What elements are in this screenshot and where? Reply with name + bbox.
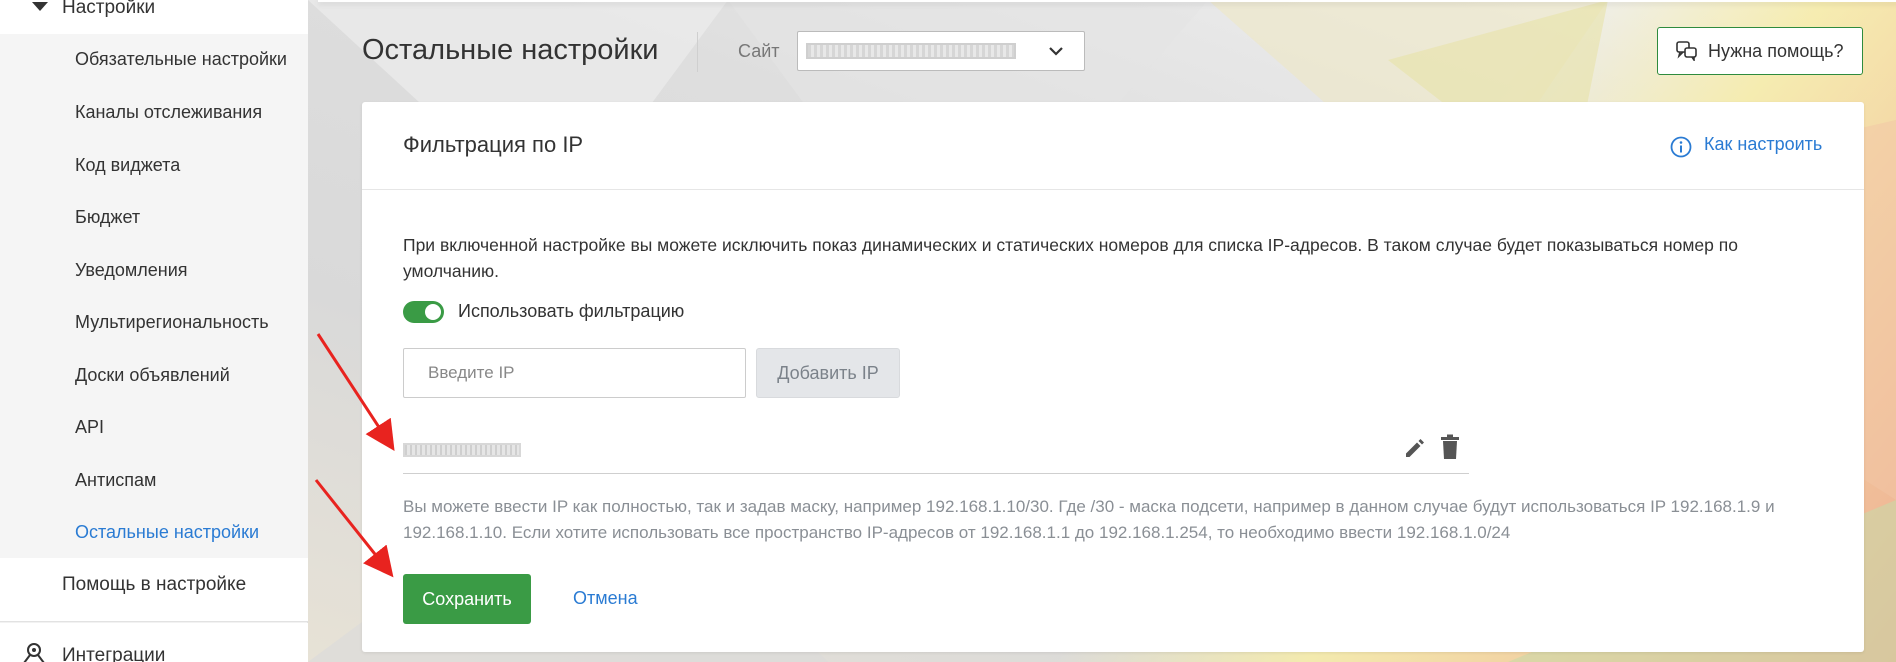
card-title: Фильтрация по IP [403,132,584,157]
sidebar-item-widget-code[interactable]: Код виджета [75,155,180,176]
sidebar-item-classifieds[interactable]: Доски объявлений [75,365,230,386]
toggle-knob [425,304,441,320]
sidebar-submenu: Обязательные настройки Каналы отслеживан… [0,34,308,558]
sidebar: Настройки Обязательные настройки Каналы … [0,0,308,662]
site-value-redacted [806,43,1016,59]
sidebar-item-notifications[interactable]: Уведомления [75,260,188,281]
ip-filter-card: Фильтрация по IP Как настроить При включ… [362,102,1864,652]
top-header-strip [318,0,1896,2]
divider [697,32,698,72]
sidebar-item-required-settings[interactable]: Обязательные настройки [75,49,287,70]
cancel-link[interactable]: Отмена [573,588,638,609]
help-button[interactable]: Нужна помощь? [1657,27,1863,75]
sidebar-item-label: Интеграции [62,645,166,662]
description-text: При включенной настройке вы можете исклю… [403,235,1738,281]
site-label: Сайт [738,41,780,61]
trash-icon[interactable] [1439,434,1461,465]
chevron-down-icon [1048,44,1064,62]
sidebar-group-settings[interactable]: Настройки [0,0,308,34]
ip-list-row [403,424,1469,474]
sidebar-item-tracking-channels[interactable]: Каналы отслеживания [75,102,262,123]
add-ip-button[interactable]: Добавить IP [756,348,900,398]
info-icon [1670,136,1692,163]
page-title: Остальные настройки [362,34,659,66]
help-button-label: Нужна помощь? [1708,41,1844,61]
pencil-icon[interactable] [1403,436,1427,465]
card-header: Фильтрация по IP Как настроить [362,102,1864,190]
ip-mask-hint: Вы можете ввести IP как полностью, так и… [403,497,1775,542]
sidebar-item-antispam[interactable]: Антиспам [75,470,156,491]
sidebar-item-other-settings[interactable]: Остальные настройки [75,522,259,543]
chat-bubbles-icon [1676,41,1698,66]
toggle-label: Использовать фильтрацию [458,301,685,321]
ip-value-redacted [403,443,521,457]
use-filtering-toggle[interactable] [403,301,444,323]
ip-input[interactable] [403,348,746,398]
sidebar-item-api[interactable]: API [75,417,104,438]
sidebar-item-budget[interactable]: Бюджет [75,207,140,228]
how-to-setup-label: Как настроить [1704,134,1823,154]
site-select[interactable] [797,31,1085,71]
sidebar-item-multiregional[interactable]: Мультирегиональность [75,312,269,333]
integrations-icon [20,641,48,662]
save-button[interactable]: Сохранить [403,574,531,624]
sidebar-item-integrations[interactable]: Интеграции [0,623,308,662]
sidebar-item-setup-help[interactable]: Помощь в настройке [0,558,308,622]
sidebar-item-label: Помощь в настройке [62,574,247,595]
caret-down-icon [32,2,48,11]
sidebar-group-label: Настройки [62,0,156,18]
